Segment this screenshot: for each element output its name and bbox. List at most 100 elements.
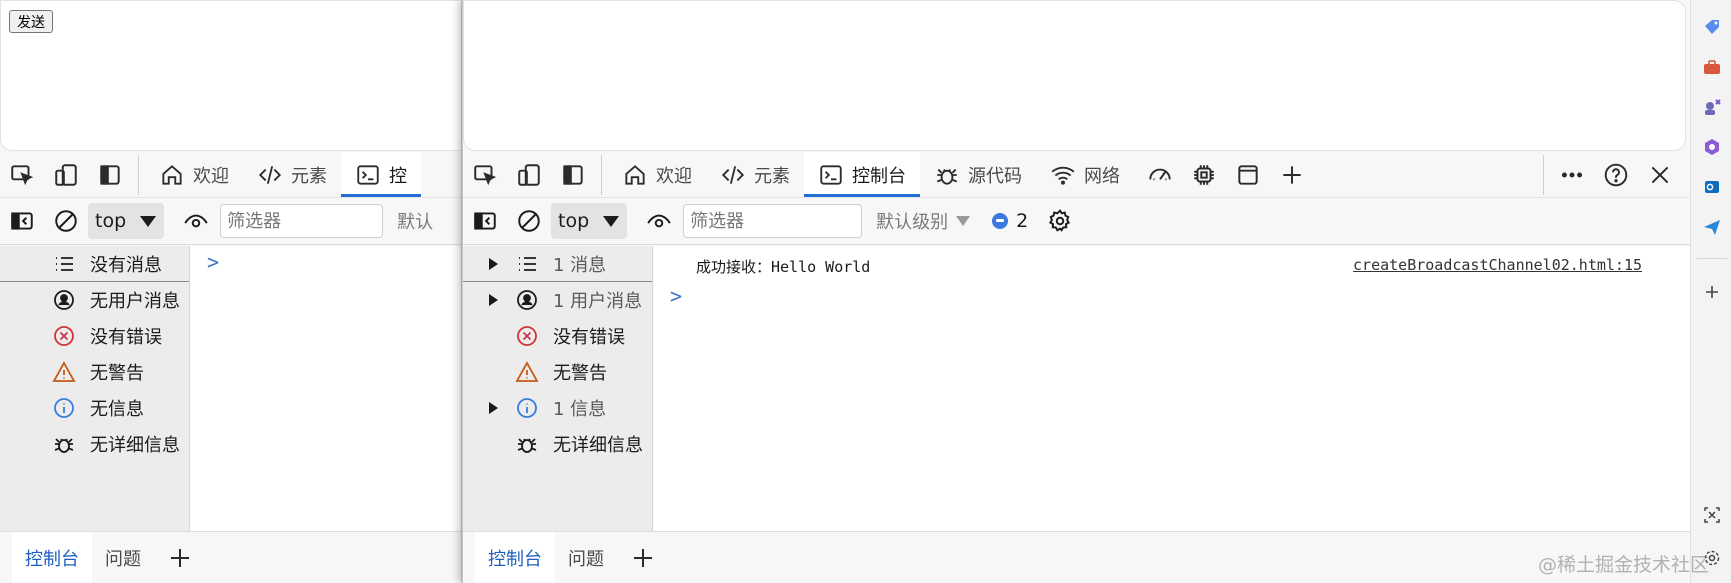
bug-icon: [936, 168, 958, 185]
dropdown-arrow-icon: [140, 215, 157, 227]
code-icon: [258, 165, 282, 184]
devtools-window-left: 发送 欢迎 元素 控 top 默认: [0, 0, 462, 583]
console-sidebar-right: 1 消息 1 用户消息 没有错误 无警告 1 信息 无详细信息: [463, 246, 653, 531]
tab-network[interactable]: 网络: [1036, 152, 1134, 197]
console-log-message: 成功接收：Hello World: [696, 258, 871, 276]
console-source-link[interactable]: createBroadcastChannel02.html:15: [1353, 256, 1642, 274]
sidebar-item-errors[interactable]: 没有错误: [463, 318, 652, 354]
error-icon: [50, 322, 78, 350]
device-emulation-icon[interactable]: [507, 153, 551, 197]
bug-icon: [50, 430, 78, 458]
warning-icon: [50, 358, 78, 386]
performance-gauge-icon[interactable]: [1138, 153, 1182, 197]
console-icon: [357, 164, 379, 185]
sidebar-item-verbose[interactable]: 无详细信息: [463, 426, 652, 462]
drawer-left: 控制台 问题: [0, 531, 461, 583]
tab-console[interactable]: 控: [341, 152, 421, 197]
plus-icon[interactable]: [160, 538, 200, 578]
sidebar-item-warnings[interactable]: 无警告: [463, 354, 652, 390]
filter-input[interactable]: [220, 204, 384, 238]
device-emulation-icon[interactable]: [44, 153, 88, 197]
log-level-selector[interactable]: 默认级别: [876, 208, 971, 234]
edge-divider: [1697, 258, 1727, 259]
office-icon[interactable]: [1702, 137, 1722, 157]
wifi-icon: [1051, 166, 1075, 185]
help-icon[interactable]: [1594, 153, 1638, 197]
error-icon: [513, 322, 541, 350]
toolbox-icon[interactable]: [1702, 57, 1722, 77]
sidebar-item-info[interactable]: 1 信息: [463, 390, 652, 426]
list-icon: [50, 250, 78, 278]
clear-console-icon[interactable]: [44, 199, 88, 243]
drawer-tab-console[interactable]: 控制台: [475, 531, 555, 583]
add-tool-icon[interactable]: [1270, 153, 1314, 197]
context-selector[interactable]: top: [551, 203, 628, 239]
console-prompt-icon[interactable]: >: [207, 250, 219, 274]
tab-sources[interactable]: 源代码: [920, 152, 1036, 197]
tab-console[interactable]: 控制台: [804, 152, 920, 197]
drawer-tab-issues[interactable]: 问题: [92, 532, 154, 583]
expand-arrow-icon[interactable]: [485, 294, 501, 306]
home-icon: [625, 164, 645, 185]
info-icon: [50, 394, 78, 422]
plus-icon[interactable]: [623, 538, 663, 578]
log-level-selector[interactable]: 默认: [397, 208, 433, 234]
expand-arrow-icon[interactable]: [485, 257, 501, 270]
inspect-element-icon[interactable]: [463, 153, 507, 197]
sidebar-toggle-icon[interactable]: [463, 199, 507, 243]
bug-icon: [513, 430, 541, 458]
user-icon: [50, 286, 78, 314]
console-prompt-icon[interactable]: >: [670, 284, 682, 308]
console-settings-gear-icon[interactable]: [1038, 199, 1082, 243]
send-plane-icon[interactable]: [1702, 217, 1722, 237]
dock-side-icon[interactable]: [88, 153, 132, 197]
sidebar-item-errors[interactable]: 没有错误: [0, 318, 189, 354]
warning-icon: [513, 358, 541, 386]
dock-side-icon[interactable]: [551, 153, 595, 197]
sidebar-item-user-messages[interactable]: 无用户消息: [0, 282, 189, 318]
clear-console-icon[interactable]: [507, 199, 551, 243]
sidebar-item-info[interactable]: 无信息: [0, 390, 189, 426]
toolbar-divider: [1543, 154, 1544, 195]
watermark: @稀土掘金技术社区: [1537, 554, 1709, 576]
expand-arrow-icon[interactable]: [485, 402, 501, 414]
sidebar-item-user-messages[interactable]: 1 用户消息: [463, 282, 652, 318]
screenshot-icon[interactable]: [1702, 505, 1722, 525]
filter-input[interactable]: [683, 204, 863, 238]
sidebar-item-warnings[interactable]: 无警告: [0, 354, 189, 390]
browser-edge-sidebar: [1690, 0, 1731, 583]
page-viewport-right: [463, 0, 1686, 151]
tab-elements[interactable]: 元素: [243, 152, 341, 197]
console-output-right[interactable]: 成功接收：Hello World createBroadcastChannel0…: [654, 246, 1690, 531]
tab-welcome[interactable]: 欢迎: [145, 152, 243, 197]
drawer-tab-console[interactable]: 控制台: [12, 531, 92, 583]
plus-icon[interactable]: [1702, 282, 1722, 302]
tab-elements[interactable]: 元素: [706, 152, 804, 197]
application-panel-icon[interactable]: [1226, 153, 1270, 197]
inspect-element-icon[interactable]: [0, 153, 44, 197]
games-icon[interactable]: [1702, 97, 1722, 117]
drawer-tab-issues[interactable]: 问题: [555, 532, 617, 583]
devtools-tabbar-right: 欢迎 元素 控制台 源代码 网络: [463, 152, 1690, 197]
live-expression-eye-icon[interactable]: [174, 199, 218, 243]
context-selector[interactable]: top: [88, 203, 165, 239]
sidebar-item-messages[interactable]: 1 消息: [463, 246, 652, 282]
dropdown-arrow-icon: [956, 216, 971, 226]
sidebar-item-messages[interactable]: 没有消息: [0, 246, 189, 282]
toolbar-divider: [138, 154, 139, 195]
memory-chip-icon[interactable]: [1182, 153, 1226, 197]
sidebar-toggle-icon[interactable]: [0, 199, 44, 243]
console-toolbar-left: top 默认: [0, 197, 461, 245]
live-expression-eye-icon[interactable]: [637, 199, 681, 243]
close-icon[interactable]: [1638, 153, 1682, 197]
console-toolbar-right: top 默认级别 2: [463, 197, 1690, 245]
console-output-left[interactable]: >: [191, 246, 461, 531]
issues-counter[interactable]: 2: [992, 210, 1028, 232]
tab-welcome[interactable]: 欢迎: [608, 152, 706, 197]
tag-icon[interactable]: [1702, 17, 1722, 37]
console-icon: [820, 164, 842, 185]
send-button[interactable]: 发送: [9, 10, 53, 33]
outlook-icon[interactable]: [1702, 177, 1722, 197]
sidebar-item-verbose[interactable]: 无详细信息: [0, 426, 189, 462]
more-options-icon[interactable]: [1550, 153, 1594, 197]
